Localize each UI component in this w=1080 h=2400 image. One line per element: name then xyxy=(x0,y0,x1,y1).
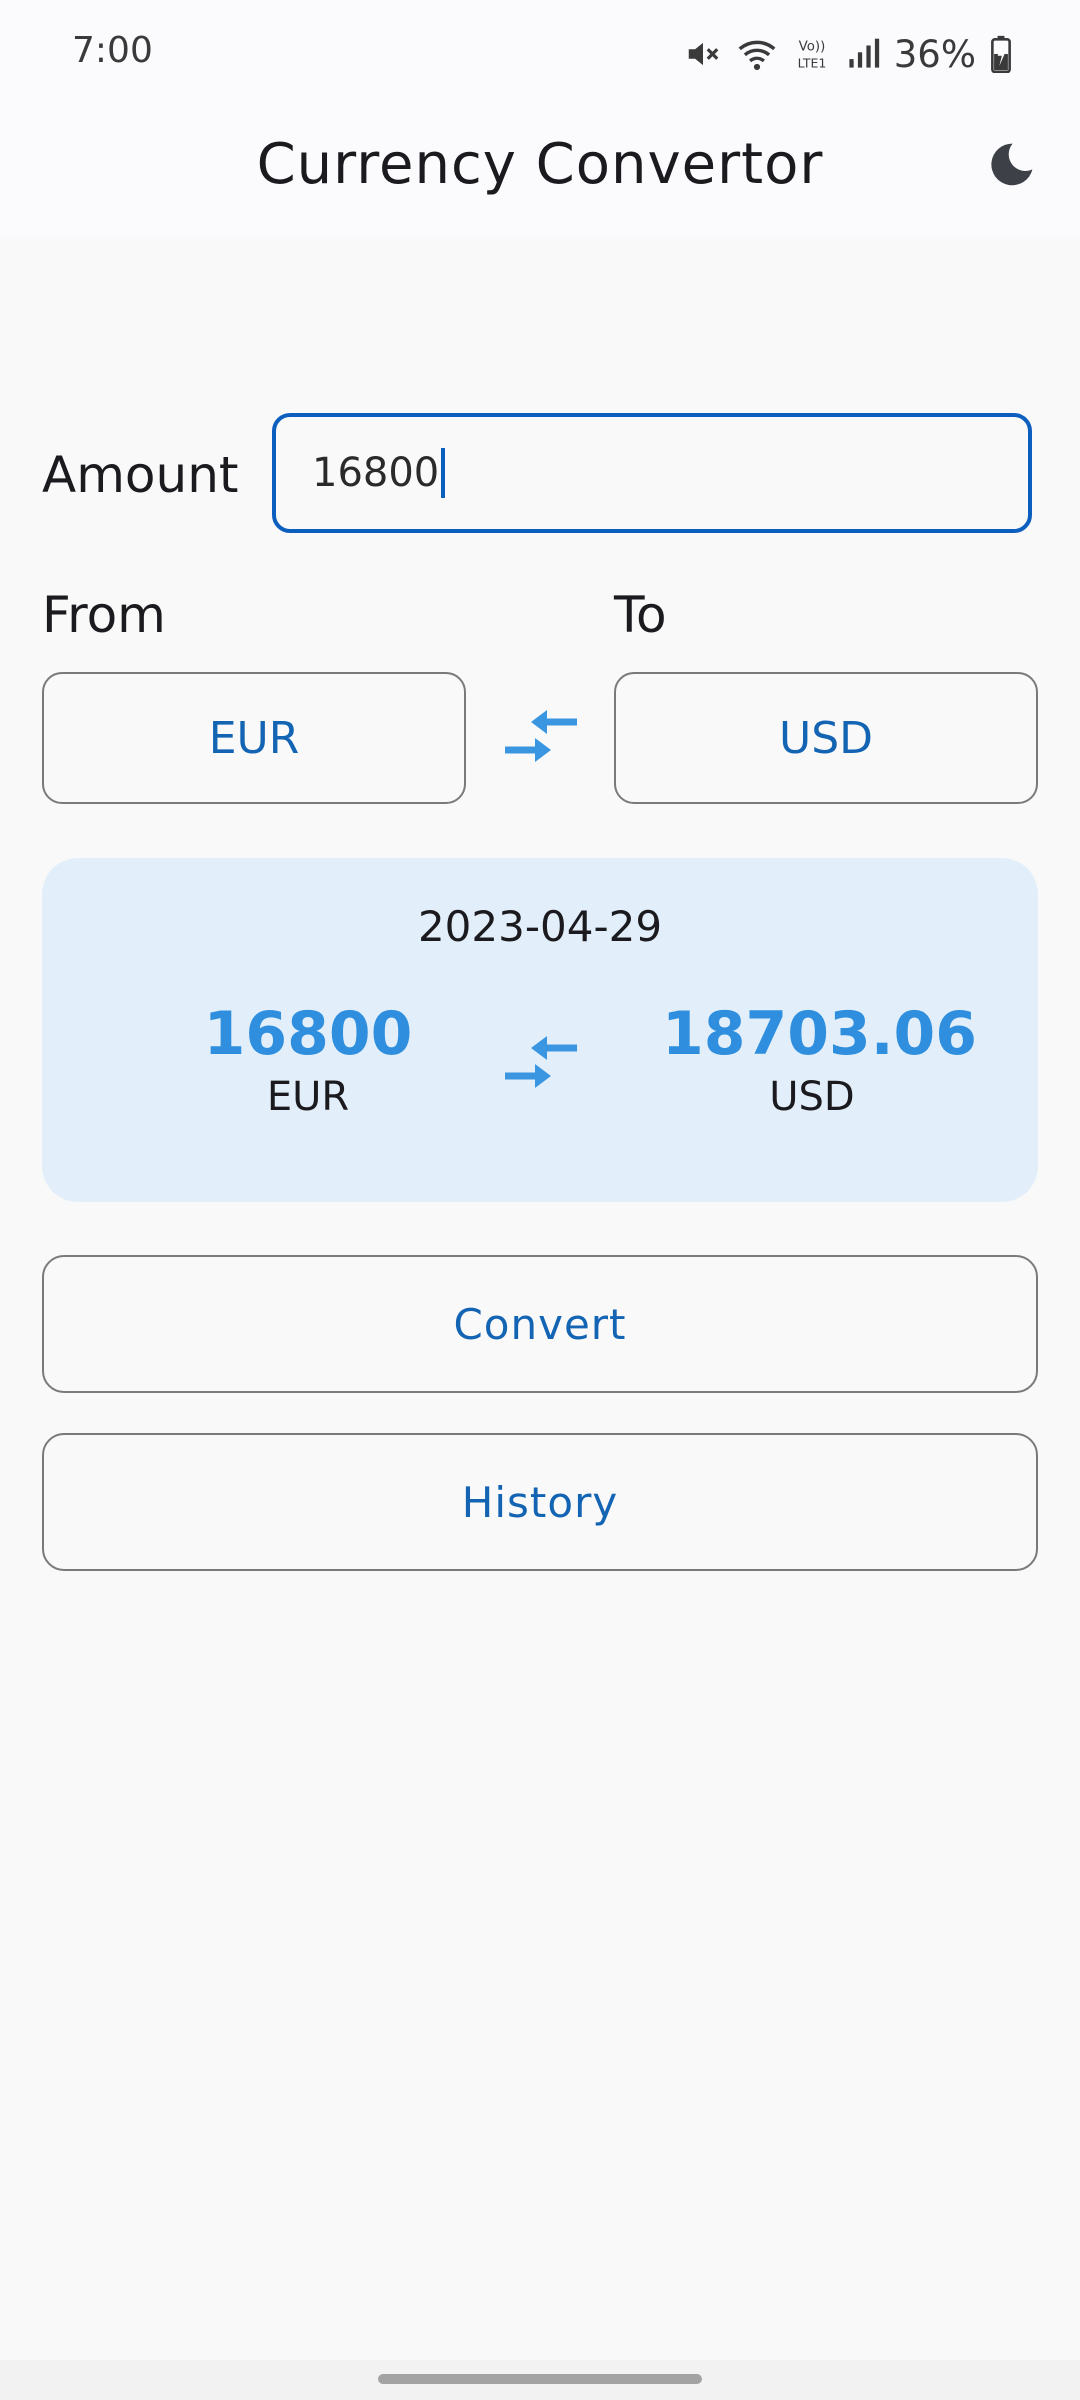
result-date: 2023-04-29 xyxy=(417,902,663,951)
amount-input[interactable]: 16800 xyxy=(272,413,1032,533)
page-title: Currency Convertor xyxy=(256,132,824,197)
result-to-code: USD xyxy=(769,1074,855,1120)
result-from-amount: 16800 xyxy=(203,999,413,1069)
swap-arrows-icon xyxy=(501,1032,581,1096)
battery-charging-icon xyxy=(990,35,1012,73)
home-indicator[interactable] xyxy=(378,2374,702,2384)
result-swap-container xyxy=(496,1026,586,1102)
result-from: 16800 EUR xyxy=(158,998,458,1120)
screen: 7:00 Vo)) LTE1 36% Currency Convertor Am… xyxy=(0,0,1080,2400)
moon-icon xyxy=(987,139,1037,193)
result-from-code: EUR xyxy=(266,1074,350,1120)
svg-text:Vo)): Vo)) xyxy=(798,40,825,55)
conversion-result-card: 2023-04-29 16800 EUR 18703.06 USD xyxy=(42,858,1038,1202)
mute-icon xyxy=(684,35,722,73)
text-cursor xyxy=(441,448,446,498)
theme-toggle-button[interactable] xyxy=(980,134,1044,198)
signal-icon xyxy=(846,37,880,71)
to-label: To xyxy=(614,586,667,644)
from-label: From xyxy=(42,586,166,644)
status-bar: 7:00 Vo)) LTE1 36% xyxy=(0,0,1080,104)
result-to-amount: 18703.06 xyxy=(662,999,978,1069)
battery-percent: 36% xyxy=(893,32,976,76)
from-currency-button[interactable]: EUR xyxy=(42,672,466,804)
swap-currencies-button[interactable] xyxy=(496,700,586,776)
to-currency-button[interactable]: USD xyxy=(614,672,1038,804)
app-bar: Currency Convertor xyxy=(0,104,1080,236)
swap-arrows-icon xyxy=(501,706,581,770)
volte-icon: Vo)) LTE1 xyxy=(792,35,832,73)
history-button[interactable]: History xyxy=(42,1433,1038,1571)
result-to: 18703.06 USD xyxy=(662,998,978,1120)
svg-text:LTE1: LTE1 xyxy=(797,55,826,70)
convert-button[interactable]: Convert xyxy=(42,1255,1038,1393)
amount-input-value: 16800 xyxy=(312,450,440,496)
wifi-icon xyxy=(736,35,778,73)
amount-label: Amount xyxy=(42,446,239,504)
status-time: 7:00 xyxy=(72,30,153,71)
status-icons: Vo)) LTE1 36% xyxy=(684,24,1012,84)
